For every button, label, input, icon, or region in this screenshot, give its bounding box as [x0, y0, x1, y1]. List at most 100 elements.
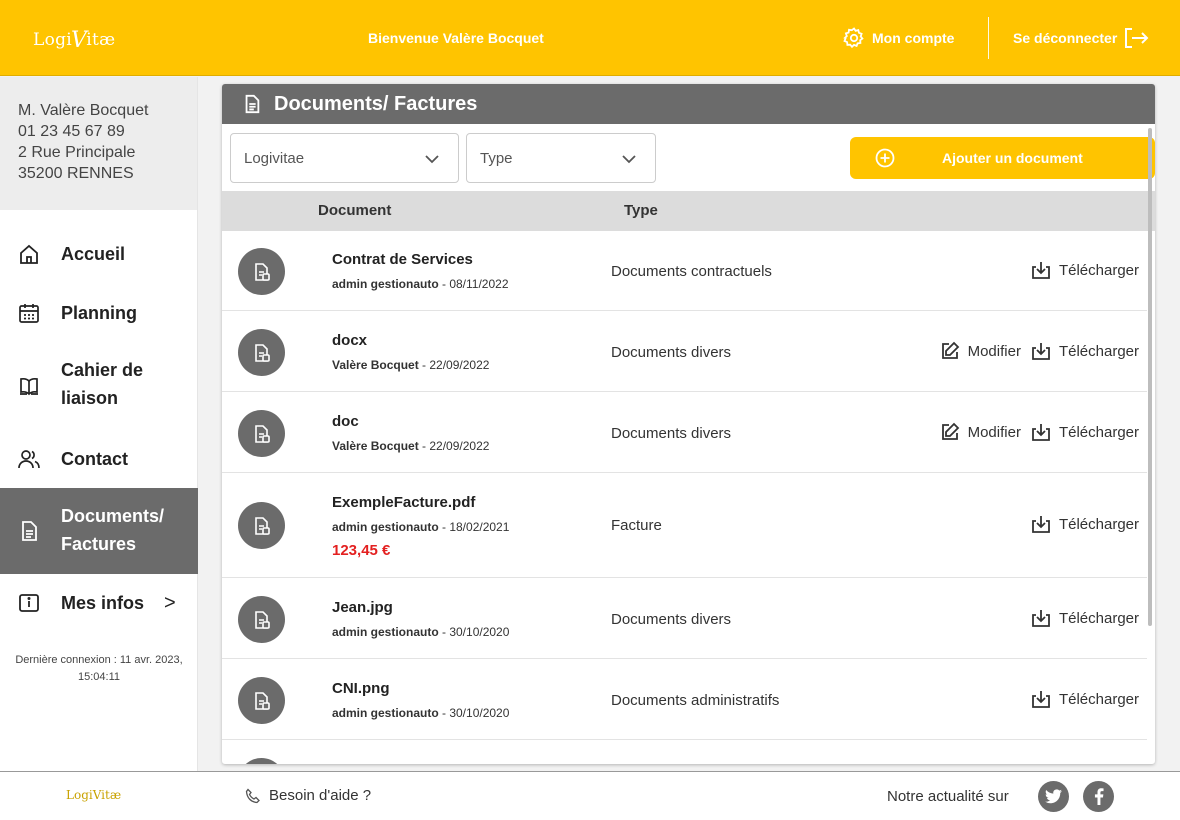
gear-icon — [843, 27, 864, 49]
document-meta: Valère Bocquet - 22/09/2022 — [332, 439, 489, 453]
document-author: Valère Bocquet — [332, 439, 419, 453]
table-header: Document Type — [222, 191, 1155, 231]
download-button[interactable]: Télécharger — [1031, 341, 1139, 361]
modify-button[interactable]: Modifier — [940, 422, 1021, 442]
header-divider — [988, 17, 989, 59]
document-type: Facture — [611, 517, 662, 534]
document-author: admin gestionauto — [332, 277, 439, 291]
help-label: Besoin d'aide ? — [269, 787, 372, 804]
document-name: CNI.png — [332, 680, 390, 697]
chevron-down-icon — [622, 155, 636, 164]
row-actions: Modifier Télécharger — [940, 422, 1139, 442]
row-actions: Télécharger — [1031, 514, 1139, 534]
download-label: Télécharger — [1058, 515, 1139, 533]
documents-panel: Documents/ Factures Logivitae Type Ajout… — [222, 84, 1155, 764]
sidebar-item-accueil[interactable]: Accueil — [0, 229, 198, 279]
edit-icon — [941, 341, 959, 359]
document-icon — [245, 94, 260, 114]
add-document-label: Ajouter un document — [942, 150, 1083, 166]
company-select[interactable]: Logivitae — [230, 133, 459, 183]
account-link[interactable]: Mon compte — [842, 26, 954, 50]
document-author: admin gestionauto — [332, 520, 439, 534]
sidebar-item-label-2: liaison — [61, 388, 119, 408]
document-type: Documents administratifs — [611, 692, 780, 709]
document-type: Documents divers — [611, 344, 732, 361]
news-label: Notre actualité sur — [887, 788, 1009, 805]
facebook-icon[interactable] — [1083, 781, 1114, 812]
document-date: - 30/10/2020 — [438, 706, 510, 720]
modify-button[interactable]: Modifier — [940, 341, 1021, 361]
file-icon — [238, 329, 285, 376]
download-button[interactable]: Télécharger — [1031, 422, 1139, 442]
download-icon — [1032, 424, 1050, 441]
download-icon — [1032, 343, 1050, 360]
download-button[interactable]: Télécharger — [1031, 514, 1139, 534]
footer: LogiVitæ Besoin d'aide ? Notre actualité… — [0, 771, 1180, 820]
help-link[interactable]: Besoin d'aide ? — [245, 787, 371, 804]
document-name: Contrat de Services — [332, 251, 473, 268]
sidebar-item-label: Mes infos — [61, 592, 145, 613]
logo-text-v: V — [71, 28, 88, 53]
sidebar-item-mes-infos[interactable]: Mes infos > — [0, 578, 198, 628]
scrollbar[interactable] — [1148, 128, 1152, 626]
download-button[interactable]: Télécharger — [1031, 689, 1139, 709]
table-row-partial — [222, 741, 1147, 764]
table-row: Contrat de Services admin gestionauto - … — [222, 231, 1147, 311]
download-label: Télécharger — [1058, 423, 1139, 441]
table-row: doc Valère Bocquet - 22/09/2022 Document… — [222, 393, 1147, 473]
row-actions: Modifier Télécharger — [940, 341, 1139, 361]
document-date: - 18/02/2021 — [438, 520, 510, 534]
document-type: Documents contractuels — [611, 263, 772, 280]
sidebar-item-label: Accueil — [61, 243, 126, 264]
sidebar-item-cahier[interactable]: Cahier de liaison — [0, 349, 198, 423]
file-icon — [238, 677, 285, 724]
column-header-type: Type — [624, 202, 658, 219]
sidebar-item-label: Planning — [61, 302, 137, 323]
download-button[interactable]: Télécharger — [1031, 608, 1139, 628]
document-meta: Valère Bocquet - 22/09/2022 — [332, 358, 489, 372]
calendar-icon — [19, 304, 39, 323]
download-icon — [1032, 262, 1050, 279]
sidebar-item-label: Contact — [61, 448, 128, 469]
panel-header: Documents/ Factures — [222, 84, 1155, 124]
table-row: Jean.jpg admin gestionauto - 30/10/2020 … — [222, 579, 1147, 659]
page-title: Documents/ Factures — [274, 92, 478, 115]
download-icon — [1032, 516, 1050, 533]
table-row: CNI.png admin gestionauto - 30/10/2020 D… — [222, 660, 1147, 740]
type-select[interactable]: Type — [466, 133, 656, 183]
row-actions: Télécharger — [1031, 260, 1139, 280]
phone-icon — [245, 788, 260, 803]
sidebar-item-documents[interactable]: Documents/ Factures — [0, 488, 198, 574]
document-date: - 22/09/2022 — [418, 439, 490, 453]
sidebar-item-contact[interactable]: Contact — [0, 434, 198, 484]
file-icon — [238, 248, 285, 295]
footer-logo: LogiVitæ — [66, 788, 122, 802]
download-button[interactable]: Télécharger — [1031, 260, 1139, 280]
column-header-document: Document — [318, 202, 392, 219]
modify-label: Modifier — [967, 342, 1021, 360]
welcome-text: Bienvenue Valère Bocquet — [368, 30, 544, 46]
sidebar-item-planning[interactable]: Planning — [0, 288, 198, 338]
document-price: 123,45 € — [332, 542, 391, 559]
logo[interactable]: LogiVitæ — [33, 26, 115, 53]
filters-bar: Logivitae Type Ajouter un document — [230, 133, 1155, 183]
add-document-button[interactable]: Ajouter un document — [850, 137, 1155, 179]
logout-link[interactable]: Se déconnecter — [1013, 26, 1149, 50]
plus-circle-icon — [875, 148, 895, 168]
user-name: M. Valère Bocquet — [18, 102, 149, 119]
book-icon — [20, 377, 38, 396]
last-login: Dernière connexion : 11 avr. 2023, 15:04… — [0, 652, 198, 686]
logout-icon — [1125, 28, 1149, 48]
document-date: - 22/09/2022 — [418, 358, 490, 372]
twitter-icon[interactable] — [1038, 781, 1069, 812]
chevron-right-icon: > — [164, 591, 176, 614]
document-icon — [22, 521, 37, 541]
user-address-line2: 35200 RENNES — [18, 165, 134, 182]
user-address-line1: 2 Rue Principale — [18, 144, 136, 161]
sidebar: M. Valère Bocquet 01 23 45 67 89 2 Rue P… — [0, 77, 198, 771]
document-meta: admin gestionauto - 30/10/2020 — [332, 625, 509, 639]
edit-icon — [941, 422, 959, 440]
download-label: Télécharger — [1058, 342, 1139, 360]
document-author: admin gestionauto — [332, 706, 439, 720]
row-actions: Télécharger — [1031, 689, 1139, 709]
